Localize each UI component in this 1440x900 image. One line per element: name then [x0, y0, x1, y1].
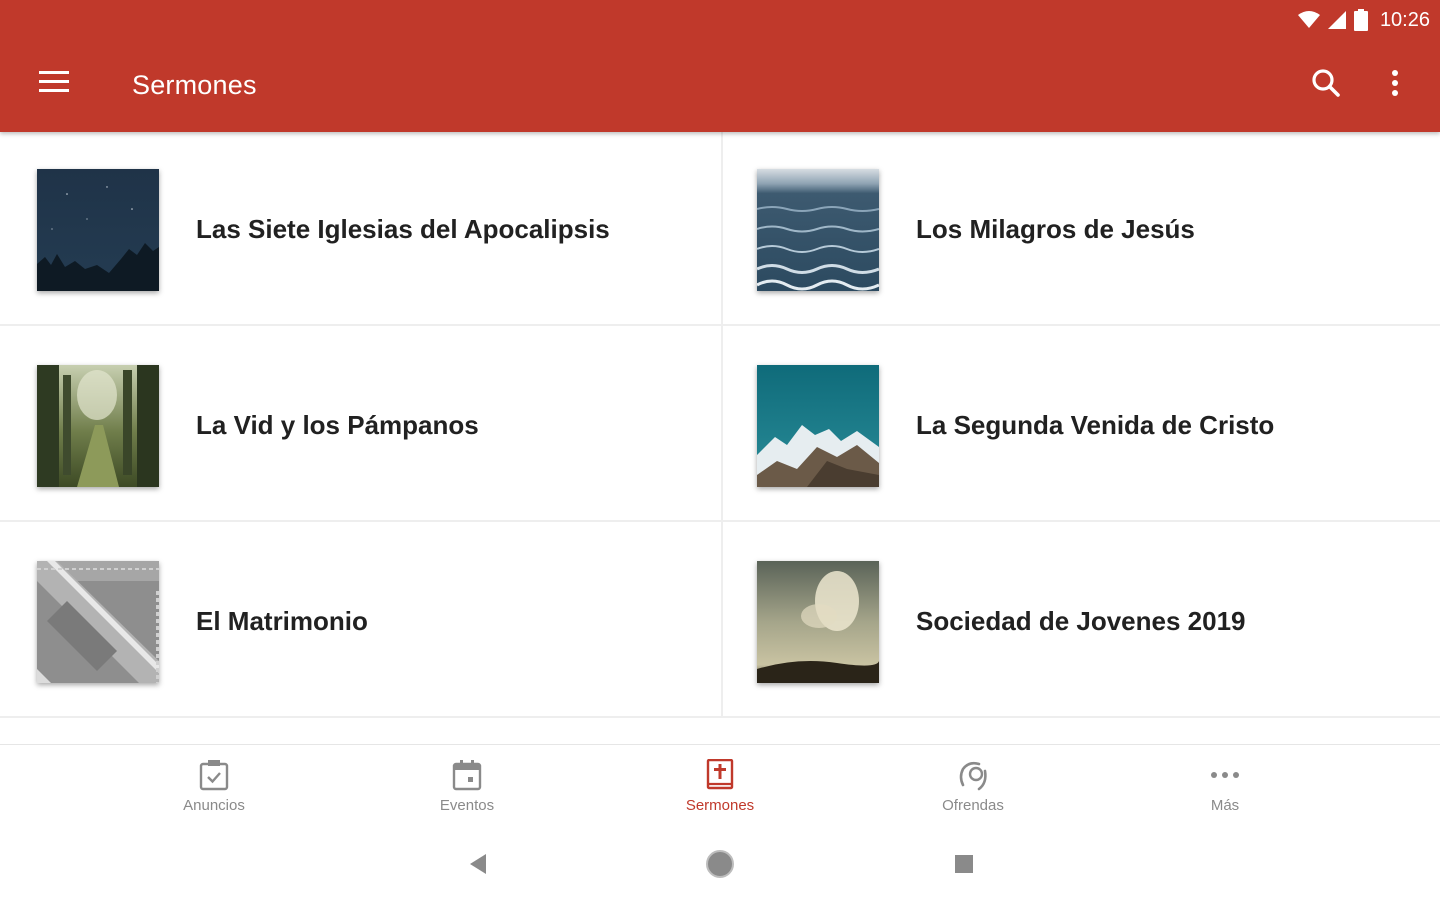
sermon-thumbnail-night-sky	[37, 169, 159, 291]
system-back-button[interactable]	[460, 848, 496, 884]
sermon-title: La Vid y los Pámpanos	[196, 410, 479, 440]
menu-button[interactable]	[30, 64, 78, 104]
sermon-title: La Segunda Venida de Cristo	[916, 410, 1275, 440]
sermon-thumbnail-steps	[37, 561, 159, 683]
calendar-icon	[452, 759, 482, 791]
nav-label: Eventos	[439, 797, 495, 814]
sermon-card[interactable]: La Vid y los Pámpanos	[0, 328, 720, 522]
more-vert-icon	[1391, 69, 1399, 102]
sermon-thumbnail-forest	[37, 365, 159, 487]
sermon-card[interactable]: Los Milagros de Jesús	[720, 132, 1440, 326]
more-horiz-icon	[1210, 759, 1240, 791]
nav-item-sermones[interactable]: Sermones	[640, 745, 800, 831]
sermon-title: El Matrimonio	[196, 606, 368, 636]
search-button[interactable]	[1304, 63, 1348, 107]
offering-hand-icon	[957, 759, 989, 791]
system-home-button[interactable]	[702, 848, 738, 884]
grid-divider	[721, 132, 723, 718]
sermon-thumbnail-sea	[757, 169, 879, 291]
status-time: 10:26	[1379, 8, 1430, 31]
nav-label: Más	[1210, 797, 1240, 814]
system-recents-button[interactable]	[946, 848, 982, 884]
home-circle-icon	[705, 849, 735, 884]
sermon-card[interactable]: Sociedad de Jovenes 2019	[720, 524, 1440, 718]
sermon-title: Los Milagros de Jesús	[916, 214, 1195, 244]
status-bar: 10:26	[1297, 6, 1430, 34]
nav-label: Ofrendas	[942, 797, 1004, 814]
wifi-icon	[1297, 11, 1320, 29]
battery-icon	[1353, 9, 1368, 31]
sermon-title: Las Siete Iglesias del Apocalipsis	[196, 214, 610, 244]
back-triangle-icon	[468, 853, 488, 880]
sermon-thumbnail-mountains	[757, 365, 879, 487]
sermon-thumbnail-cloudy-sky	[757, 561, 879, 683]
app-bar: 10:26 Sermones	[0, 0, 1440, 132]
nav-item-ofrendas[interactable]: Ofrendas	[893, 745, 1053, 831]
announcement-check-icon	[199, 759, 229, 791]
nav-label: Sermones	[685, 797, 755, 814]
nav-item-mas[interactable]: Más	[1145, 745, 1305, 831]
bible-icon	[706, 759, 734, 791]
overflow-menu-button[interactable]	[1378, 63, 1412, 107]
signal-icon	[1327, 11, 1346, 29]
nav-item-eventos[interactable]: Eventos	[387, 745, 547, 831]
recents-square-icon	[954, 854, 974, 879]
sermon-card[interactable]: El Matrimonio	[0, 524, 720, 718]
nav-item-anuncios[interactable]: Anuncios	[134, 745, 294, 831]
search-icon	[1311, 68, 1341, 103]
hamburger-menu-icon	[39, 70, 69, 98]
sermon-title: Sociedad de Jovenes 2019	[916, 606, 1246, 636]
sermon-grid: Las Siete Iglesias del Apocalipsis Los M…	[0, 132, 1440, 718]
page-title: Sermones	[132, 70, 257, 100]
nav-label: Anuncios	[183, 797, 245, 814]
bottom-navigation: Anuncios Eventos Sermones Ofrendas Más	[0, 744, 1440, 830]
system-navigation-bar	[0, 830, 1440, 900]
sermon-card[interactable]: La Segunda Venida de Cristo	[720, 328, 1440, 522]
sermon-card[interactable]: Las Siete Iglesias del Apocalipsis	[0, 132, 720, 326]
